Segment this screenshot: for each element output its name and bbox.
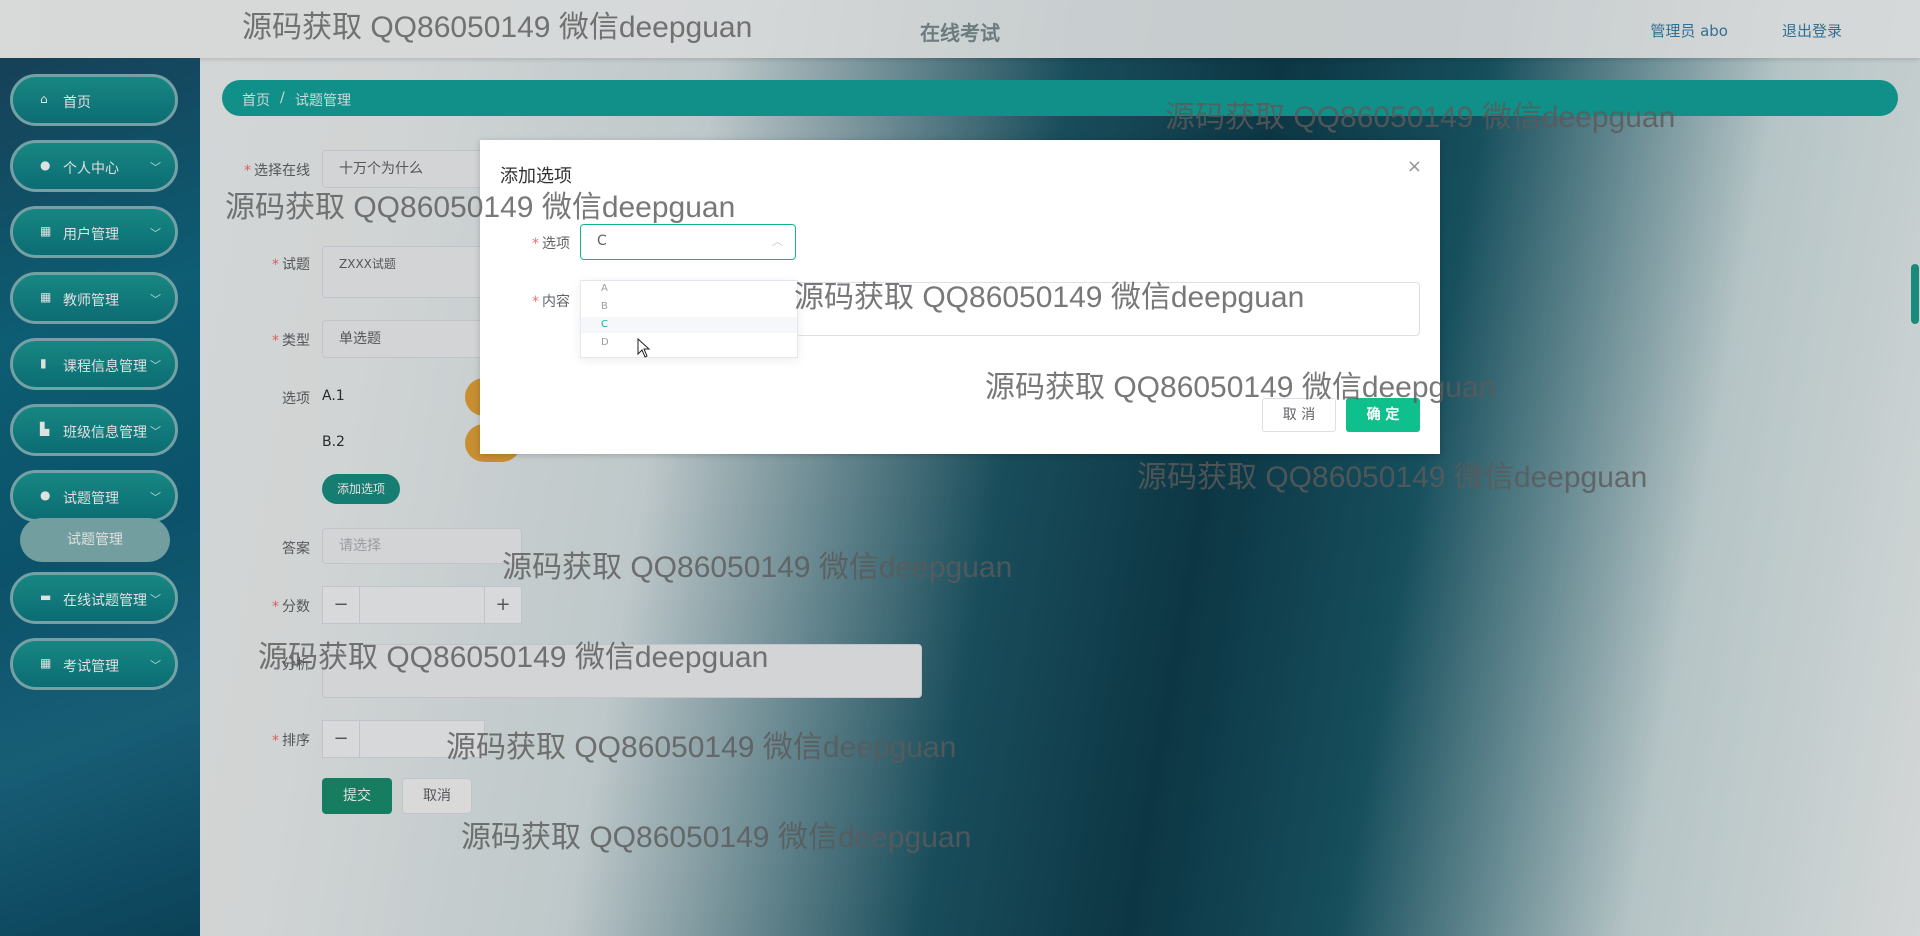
watermark-text: 源码获取 QQ86050149 微信deepguan xyxy=(225,191,736,224)
watermark-text: 源码获取 QQ86050149 微信deepguan xyxy=(794,281,1305,314)
dropdown-option-a[interactable]: A xyxy=(581,281,797,297)
watermark-text: 源码获取 QQ86050149 微信deepguan xyxy=(1165,101,1676,134)
watermark-text: 源码获取 QQ86050149 微信deepguan xyxy=(446,731,957,764)
close-icon[interactable]: × xyxy=(1407,156,1422,177)
dialog-option-label: * 选项 xyxy=(532,236,570,252)
dialog-option-value: C xyxy=(597,233,607,249)
dropdown-option-c[interactable]: C xyxy=(581,317,797,333)
dialog-option-dropdown: A B C D xyxy=(580,280,798,358)
watermark-text: 源码获取 QQ86050149 微信deepguan xyxy=(258,641,769,674)
watermark-text: 源码获取 QQ86050149 微信deepguan xyxy=(502,551,1013,584)
dialog-option-select[interactable]: C ︿ xyxy=(580,224,796,260)
page-scrollbar[interactable] xyxy=(1911,264,1919,324)
watermark-text: 源码获取 QQ86050149 微信deepguan xyxy=(242,11,753,44)
dropdown-option-d[interactable]: D xyxy=(581,335,797,351)
chevron-up-icon: ︿ xyxy=(772,235,783,248)
watermark-text: 源码获取 QQ86050149 微信deepguan xyxy=(461,821,972,854)
watermark-text: 源码获取 QQ86050149 微信deepguan xyxy=(1137,461,1648,494)
watermark-text: 源码获取 QQ86050149 微信deepguan xyxy=(985,371,1496,404)
dropdown-option-b[interactable]: B xyxy=(581,299,797,315)
dialog-content-label: * 内容 xyxy=(532,294,570,310)
